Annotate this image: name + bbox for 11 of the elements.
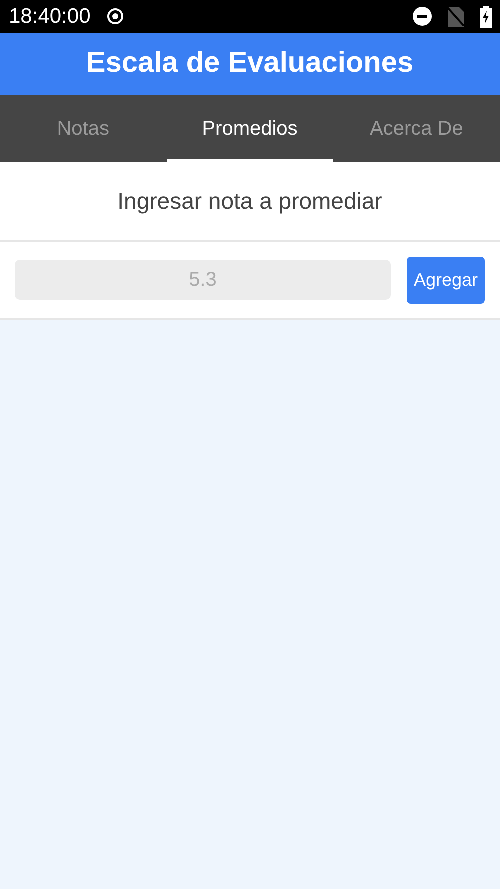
grade-input-field[interactable]: 5.3: [15, 260, 391, 300]
app-title: Escala de Evaluaciones: [86, 46, 414, 82]
add-button[interactable]: Agregar: [406, 256, 485, 304]
do-not-disturb-icon: [413, 7, 432, 26]
no-sim-icon: [448, 6, 464, 26]
location-icon: [106, 8, 124, 25]
tab[interactable]: Acerca De: [333, 95, 500, 162]
tab[interactable]: Notas: [0, 95, 167, 162]
battery-charging-icon: [480, 6, 492, 28]
status-time: 18:40:00: [9, 4, 91, 30]
form-heading: Ingresar nota a promediar: [118, 186, 382, 216]
